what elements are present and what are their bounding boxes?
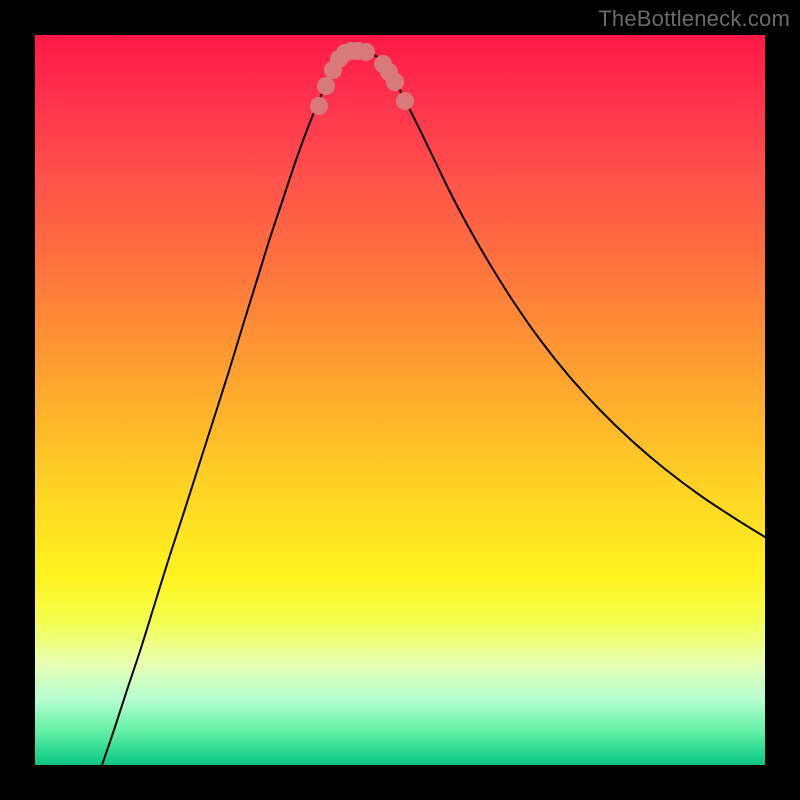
chart-frame: TheBottleneck.com [0,0,800,800]
chart-plot-area [35,35,765,765]
curve-markers [310,42,414,115]
curve-marker [357,43,375,61]
curve-marker [396,92,414,110]
curve-marker [310,97,328,115]
chart-svg [35,35,765,765]
watermark-text: TheBottleneck.com [598,6,790,32]
curve-marker [317,77,335,95]
bottleneck-curve [102,51,765,765]
curve-marker [386,73,404,91]
